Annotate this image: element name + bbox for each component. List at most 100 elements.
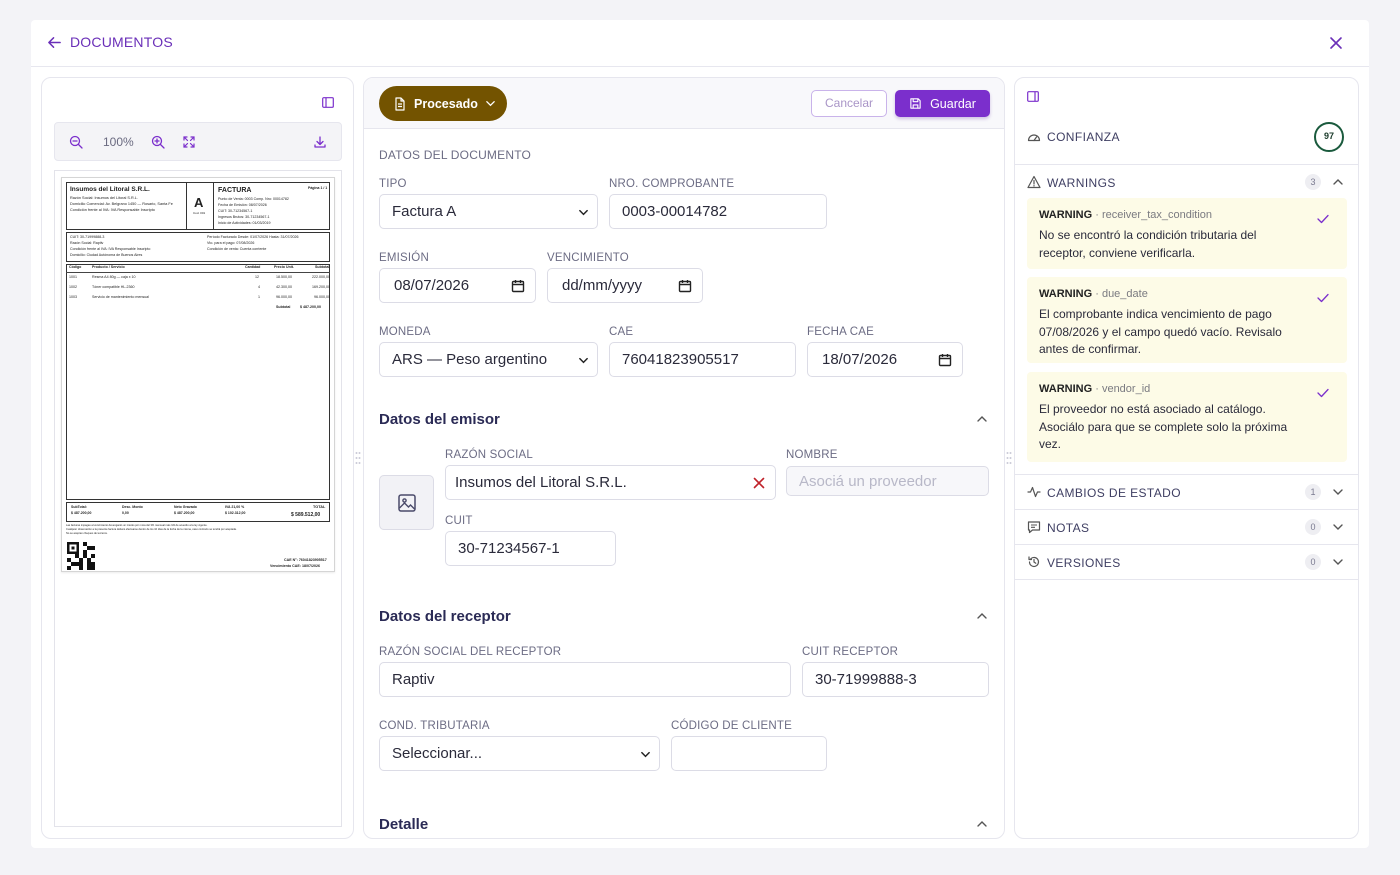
chevron-down-icon[interactable] [1332,521,1344,533]
invoice-cell: 12 [255,275,259,279]
calendar-icon[interactable] [678,279,692,293]
status-label: Procesado [414,96,478,111]
warning-header: WARNING · vendor_id [1039,383,1150,395]
warning-field: · vendor_id [1092,383,1151,395]
back-link[interactable]: DOCUMENTOS [47,34,173,50]
warning-tag: WARNING [1039,383,1093,395]
cuit-input[interactable]: 30-71234567-1 [445,531,616,566]
invoice-page: Página 1 / 1 [308,186,328,190]
invoice-total-value: $ 102.312,00 [225,511,246,515]
vencimiento-label: VENCIMIENTO [547,252,629,264]
razon-receptor-label: RAZÓN SOCIAL DEL RECEPTOR [379,646,562,658]
zoom-out-icon[interactable] [69,135,83,149]
vencimiento-value: dd/mm/yyyy [562,277,643,294]
chevron-down-icon[interactable] [1332,486,1344,498]
zoom-level: 100% [103,135,134,149]
toggle-sidebar-icon[interactable] [1027,91,1039,102]
invoice-cell: Servicio de mantenimiento mensual [92,295,149,299]
invoice-col-header: Producto / Servicio [92,265,125,269]
cuit-receptor-label: CUIT RECEPTOR [802,646,899,658]
invoice-total-label: SubTotal: [71,505,87,509]
cuit-receptor-input[interactable]: 30-71999888-3 [802,662,989,697]
invoice-company: Insumos del Litoral S.R.L. [70,186,150,193]
right-resize-handle[interactable] [1006,450,1012,466]
cond-tributaria-select[interactable]: Seleccionar... [379,736,660,771]
invoice-company-line: Condición frente al IVA: IVA Responsable… [70,208,155,212]
warning-card: WARNING · due_date El comprobante indica… [1027,277,1347,363]
cuit-label: CUIT [445,515,473,527]
invoice-total-value: $ 487.200,00 [174,511,195,515]
save-icon [910,98,921,109]
invoice-period-line: Condición de venta: Cuenta corriente [207,247,267,251]
razon-social-input[interactable]: Insumos del Litoral S.R.L. [445,465,776,500]
close-icon[interactable] [1329,36,1343,50]
invoice-cell: 18.500,00 [276,275,292,279]
versiones-row[interactable]: VERSIONES 0 [1015,545,1358,580]
chevron-up-icon[interactable] [976,610,988,622]
cae-input[interactable]: 76041823905517 [609,342,796,377]
left-resize-handle[interactable] [355,450,361,466]
editor-toolbar: Procesado Cancelar Guardar [364,78,1004,129]
invoice-doc-line: Ingresos Brutos: 30-71234567-1 [218,215,270,219]
clear-icon[interactable] [753,477,765,489]
invoice-cell: 222.000,00 [312,275,330,279]
confianza-row: CONFIANZA [1015,108,1358,165]
tipo-label: TIPO [379,178,407,190]
status-dropdown-button[interactable]: Procesado [379,86,507,121]
vencimiento-date-input[interactable]: dd/mm/yyyy [547,268,703,303]
cae-label: CAE [609,326,634,338]
chevron-down-icon [579,357,588,364]
chevron-up-icon[interactable] [976,818,988,830]
chevron-up-icon[interactable] [1332,176,1344,188]
invoice-total-label: Desc. Monto [122,505,143,509]
cambios-estado-label: CAMBIOS DE ESTADO [1047,486,1181,500]
cancel-button[interactable]: Cancelar [811,90,887,117]
calendar-icon[interactable] [511,279,525,293]
document-canvas: Insumos del Litoral S.R.L. Razón Social:… [54,170,342,827]
moneda-select[interactable]: ARS — Peso argentino [379,342,598,377]
check-icon[interactable] [1317,293,1329,303]
toggle-sidebar-icon[interactable] [322,97,334,108]
emision-label: EMISIÓN [379,252,429,264]
invoice-cell: 96.000,00 [314,295,330,299]
cambios-count-badge: 1 [1305,484,1321,500]
check-icon[interactable] [1317,388,1329,398]
cambios-estado-row[interactable]: CAMBIOS DE ESTADO 1 [1015,475,1358,510]
history-icon [1028,556,1040,568]
nro-comprobante-input[interactable]: 0003-00014782 [609,194,827,229]
fecha-cae-date-input[interactable]: 18/07/2026 [807,342,963,377]
invoice-grand-total-value: $ 589.512,00 [291,512,321,518]
invoice-cell: 1002 [69,285,77,289]
codigo-cliente-input[interactable] [671,736,827,771]
invoice-doc-line: Punto de Venta: 0003 Comp. Nro: 00014782 [218,197,289,201]
calendar-icon[interactable] [938,353,952,367]
invoice-cell: Resma A4 80g — caja x 10 [92,275,136,279]
warning-header: WARNING · due_date [1039,288,1148,300]
fit-screen-icon[interactable] [182,135,196,149]
check-icon[interactable] [1317,214,1329,224]
warning-tag: WARNING [1039,209,1093,221]
emision-date-input[interactable]: 08/07/2026 [379,268,536,303]
nombre-input[interactable]: Asociá un proveedor [786,466,989,496]
chevron-up-icon[interactable] [976,413,988,425]
arrow-left-icon [48,36,61,48]
warning-text: No se encontró la condición tributaria d… [1039,228,1257,260]
image-icon [397,493,416,512]
zoom-in-icon[interactable] [151,135,165,149]
razon-social-value: Insumos del Litoral S.R.L. [455,474,627,491]
moneda-value: ARS — Peso argentino [392,351,548,368]
download-icon[interactable] [313,135,327,149]
razon-receptor-input[interactable]: Raptiv [379,662,791,697]
vendor-logo-placeholder[interactable] [379,475,434,530]
invoice-cell: Tóner compatible HL-2360 [92,285,135,289]
gauge-icon [1027,134,1041,142]
receptor-section-title: Datos del receptor [379,608,511,625]
notas-row[interactable]: NOTAS 0 [1015,510,1358,545]
invoice-client-line: CUIT: 30-71999888-3 [70,235,105,239]
tipo-select[interactable]: Factura A [379,194,598,229]
invoice-col-header: Subtotal [315,265,330,269]
top-bar: DOCUMENTOS [31,20,1369,67]
chevron-down-icon[interactable] [1332,556,1344,568]
cond-tributaria-value: Seleccionar... [392,745,483,762]
save-button[interactable]: Guardar [895,90,990,117]
